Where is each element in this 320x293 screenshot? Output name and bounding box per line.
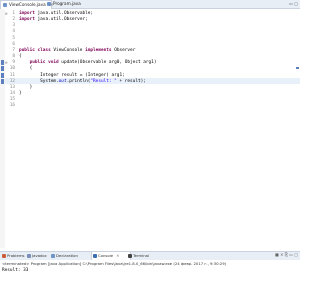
fold-toggle-icon[interactable]: ⊖ bbox=[5, 60, 9, 65]
code-token: ViewConsole bbox=[50, 47, 86, 53]
close-tab-icon[interactable]: ✕ bbox=[116, 253, 119, 258]
line-number: 3 bbox=[12, 23, 15, 29]
code-line[interactable]: Integer result = (Integer) arg1; bbox=[19, 73, 125, 78]
code-token: update(Observable arg0, Object arg1) bbox=[58, 60, 157, 66]
java-file-icon bbox=[3, 3, 7, 7]
code-token: public class bbox=[19, 47, 51, 53]
line-number: 11 bbox=[9, 72, 15, 78]
terminal-icon bbox=[128, 254, 132, 258]
line-number: 13 bbox=[9, 84, 15, 90]
code-token: } bbox=[19, 90, 22, 96]
code-token: Observer bbox=[111, 47, 136, 53]
code-line[interactable]: { bbox=[19, 54, 22, 59]
tab-label: Javadoc bbox=[32, 253, 47, 258]
code-token: { bbox=[19, 66, 33, 72]
editor-tab-bar: ViewConsole.java ✕ Program.java ▭ ▢ bbox=[0, 0, 300, 9]
problems-icon bbox=[2, 254, 6, 258]
code-line[interactable]: } bbox=[19, 91, 22, 96]
editor-window-controls[interactable]: ▭ ▢ bbox=[289, 1, 298, 6]
code-token: public void bbox=[29, 60, 59, 66]
editor-ruler bbox=[0, 9, 5, 248]
line-number: 6 bbox=[12, 41, 15, 47]
tab-terminal[interactable]: Terminal bbox=[127, 252, 159, 260]
change-marker bbox=[1, 72, 4, 78]
code-token: + result); bbox=[116, 78, 146, 84]
line-number: 4 bbox=[12, 29, 15, 35]
console-toolbar-icons[interactable]: ■ ✕ ⎘ ▭ ▢ bbox=[275, 251, 298, 259]
java-file-icon bbox=[47, 2, 51, 6]
code-token: } bbox=[19, 84, 33, 90]
code-line[interactable]: { bbox=[19, 66, 33, 72]
change-marker bbox=[1, 66, 4, 72]
javadoc-icon bbox=[27, 254, 31, 258]
tab-label: Declaration bbox=[56, 253, 78, 258]
line-number: 5 bbox=[12, 35, 15, 41]
line-number: 15 bbox=[9, 97, 15, 103]
line-number: 14 bbox=[9, 90, 15, 96]
console-terminated-label: <terminated> Program [Java Application] … bbox=[2, 261, 227, 266]
overview-ruler-mark[interactable] bbox=[296, 67, 299, 69]
code-line[interactable]: } bbox=[19, 84, 33, 90]
code-line[interactable]: public void update(Observable arg0, Obje… bbox=[19, 60, 157, 66]
code-token: java.util.Observable; bbox=[34, 11, 94, 16]
code-line[interactable]: public class ViewConsole implements Obse… bbox=[19, 48, 135, 53]
line-number: 8 bbox=[12, 54, 15, 60]
code-token: { bbox=[19, 54, 22, 60]
change-marker bbox=[1, 60, 4, 66]
console-output: Result: 33 bbox=[2, 268, 29, 273]
code-token: "Result: " bbox=[90, 78, 117, 84]
line-number: 7 bbox=[12, 47, 15, 53]
tab-program[interactable]: Program.java bbox=[45, 0, 89, 8]
code-token: out bbox=[58, 78, 67, 84]
console-icon bbox=[93, 254, 97, 258]
tab-label: Problems bbox=[7, 253, 25, 258]
code-token: .println( bbox=[66, 78, 91, 84]
line-number: 12 bbox=[9, 78, 15, 84]
code-token: implements bbox=[85, 47, 112, 53]
code-token: java.util.Observer; bbox=[34, 17, 88, 23]
code-token: import bbox=[19, 11, 35, 16]
code-editor[interactable]: 1 import java.util.Observable; ⊖ 2 import ja… bbox=[0, 9, 300, 248]
code-token: Integer result = (Integer) arg1; bbox=[19, 72, 125, 78]
line-number: 2 bbox=[12, 17, 15, 23]
declaration-icon bbox=[51, 254, 55, 258]
console-view[interactable]: <terminated> Program [Java Application] … bbox=[0, 260, 300, 293]
tab-label: ViewConsole.java bbox=[9, 2, 46, 7]
code-line[interactable]: import java.util.Observer; bbox=[19, 17, 88, 22]
code-line[interactable]: System.out.println("Result: " + result); bbox=[19, 79, 146, 84]
tab-label: Console bbox=[98, 253, 114, 258]
code-token: import bbox=[19, 17, 35, 23]
code-token: System. bbox=[19, 78, 59, 84]
tab-declaration[interactable]: Declaration bbox=[50, 252, 86, 260]
fold-toggle-icon[interactable]: ⊖ bbox=[5, 11, 9, 16]
tab-console[interactable]: Console ✕ bbox=[91, 252, 131, 260]
change-marker bbox=[1, 78, 4, 84]
code-line[interactable]: import java.util.Observable; bbox=[19, 11, 93, 16]
tab-label: Program.java bbox=[53, 1, 81, 6]
line-number: 16 bbox=[9, 103, 15, 109]
line-number: 10 bbox=[9, 66, 15, 72]
tab-label: Terminal bbox=[133, 253, 150, 258]
